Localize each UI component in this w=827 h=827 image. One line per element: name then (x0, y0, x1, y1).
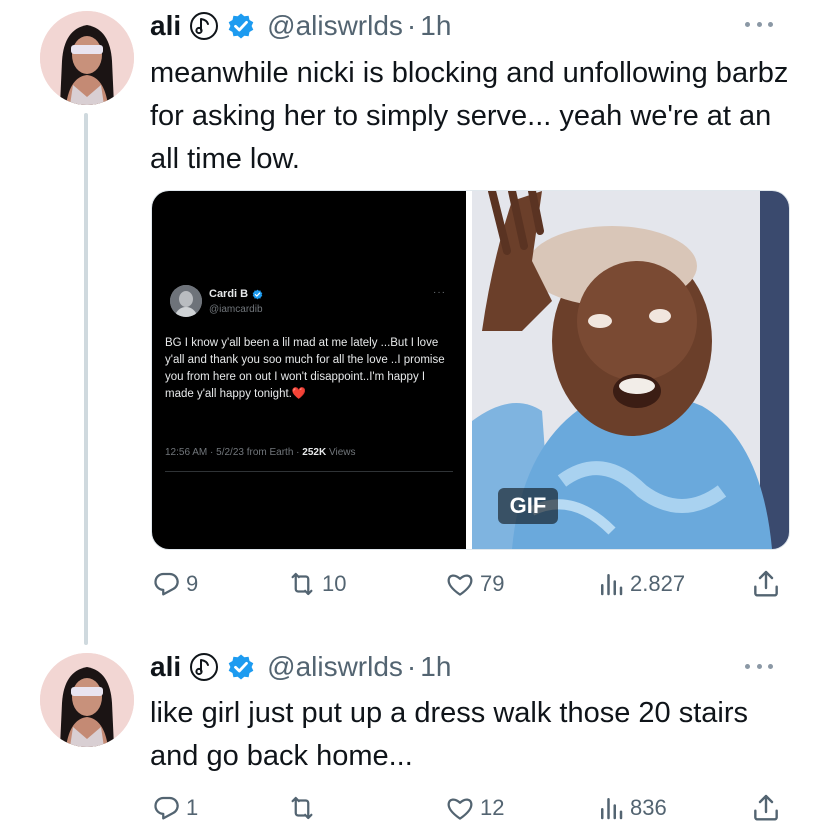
reply-icon (154, 572, 179, 596)
screenshot-meta-time: 12:56 AM · 5/2/23 from Earth · (165, 447, 303, 458)
retweet-button[interactable] (286, 790, 322, 826)
avatar[interactable] (40, 653, 134, 747)
reply-count: 1 (186, 795, 199, 820)
reply-icon (154, 796, 179, 820)
reply-button[interactable]: 9 (152, 566, 198, 602)
author-name[interactable]: ali (150, 10, 181, 42)
screenshot-avatar (170, 285, 202, 317)
like-icon (447, 574, 473, 596)
retweet-count: 10 (322, 571, 347, 596)
retweet-button[interactable]: 10 (286, 566, 346, 602)
timestamp[interactable]: 1h (420, 651, 451, 683)
like-count: 12 (480, 795, 505, 820)
views-button[interactable]: 2.827 (596, 566, 685, 602)
screenshot-text: BG I know y'all been a lil mad at me lat… (165, 335, 455, 403)
music-disc-emoji-icon (189, 11, 219, 41)
tweet-text: meanwhile nicki is blocking and unfollow… (150, 57, 789, 175)
like-count: 79 (480, 571, 505, 596)
reply-count: 9 (186, 571, 199, 596)
views-icon (601, 798, 623, 820)
more-icon[interactable] (745, 656, 773, 676)
author-name[interactable]: ali (150, 651, 181, 683)
media-grid: Cardi B @iamcardib ··· BG I know y'all b… (151, 190, 790, 550)
tweet-header: ali @aliswrlds · 1h (150, 6, 451, 46)
action-bar: 9 10 79 2.827 (148, 566, 793, 602)
retweet-icon (291, 796, 313, 820)
screenshot-heart-emoji: ❤️ (291, 388, 307, 400)
screenshot-author-handle: @iamcardib (209, 304, 263, 315)
reply-button[interactable]: 1 (152, 790, 198, 826)
share-button[interactable] (750, 566, 786, 602)
verified-badge-icon[interactable] (227, 12, 255, 40)
separator-dot: · (406, 651, 417, 682)
views-count: 2.827 (630, 571, 686, 596)
more-icon[interactable] (745, 14, 773, 34)
tweet-header: ali @aliswrlds · 1h (150, 647, 451, 687)
tweet-text: like girl just put up a dress walk those… (150, 697, 748, 772)
views-count: 836 (630, 795, 667, 820)
screenshot-views-label: Views (326, 447, 356, 458)
separator-dot: · (406, 10, 417, 41)
screenshot-meta: 12:56 AM · 5/2/23 from Earth · 252K View… (165, 447, 355, 458)
tweet-screenshot-image[interactable]: Cardi B @iamcardib ··· BG I know y'all b… (152, 191, 466, 549)
screenshot-more-icon: ··· (433, 287, 446, 298)
screenshot-author-name: Cardi B (209, 288, 263, 300)
screenshot-verified-icon (252, 289, 263, 299)
music-disc-emoji-icon (189, 652, 219, 682)
gif-image[interactable]: GIF (472, 191, 789, 549)
gif-badge[interactable]: GIF (498, 488, 558, 524)
screenshot-views-count: 252K (302, 447, 327, 458)
avatar[interactable] (40, 11, 134, 105)
timestamp[interactable]: 1h (420, 10, 451, 42)
share-icon (754, 794, 778, 821)
thread-line (84, 113, 88, 645)
screenshot-divider (165, 471, 453, 472)
like-button[interactable]: 12 (444, 790, 504, 826)
screenshot-name-text: Cardi B (209, 288, 249, 300)
author-handle[interactable]: @aliswrlds (267, 651, 403, 683)
tweet-2: ali @aliswrlds · 1h like girl just put u… (0, 640, 827, 827)
like-icon (447, 798, 473, 820)
action-bar: 1 12 836 (148, 790, 793, 826)
share-button[interactable] (750, 790, 786, 826)
views-icon (601, 574, 623, 596)
author-handle[interactable]: @aliswrlds (267, 10, 403, 42)
share-icon (754, 570, 778, 597)
verified-badge-icon[interactable] (227, 653, 255, 681)
tweet-1: ali @aliswrlds · 1h meanwhile nicki is b… (0, 0, 827, 645)
views-button[interactable]: 836 (596, 790, 667, 826)
retweet-icon (291, 572, 313, 596)
like-button[interactable]: 79 (444, 566, 504, 602)
